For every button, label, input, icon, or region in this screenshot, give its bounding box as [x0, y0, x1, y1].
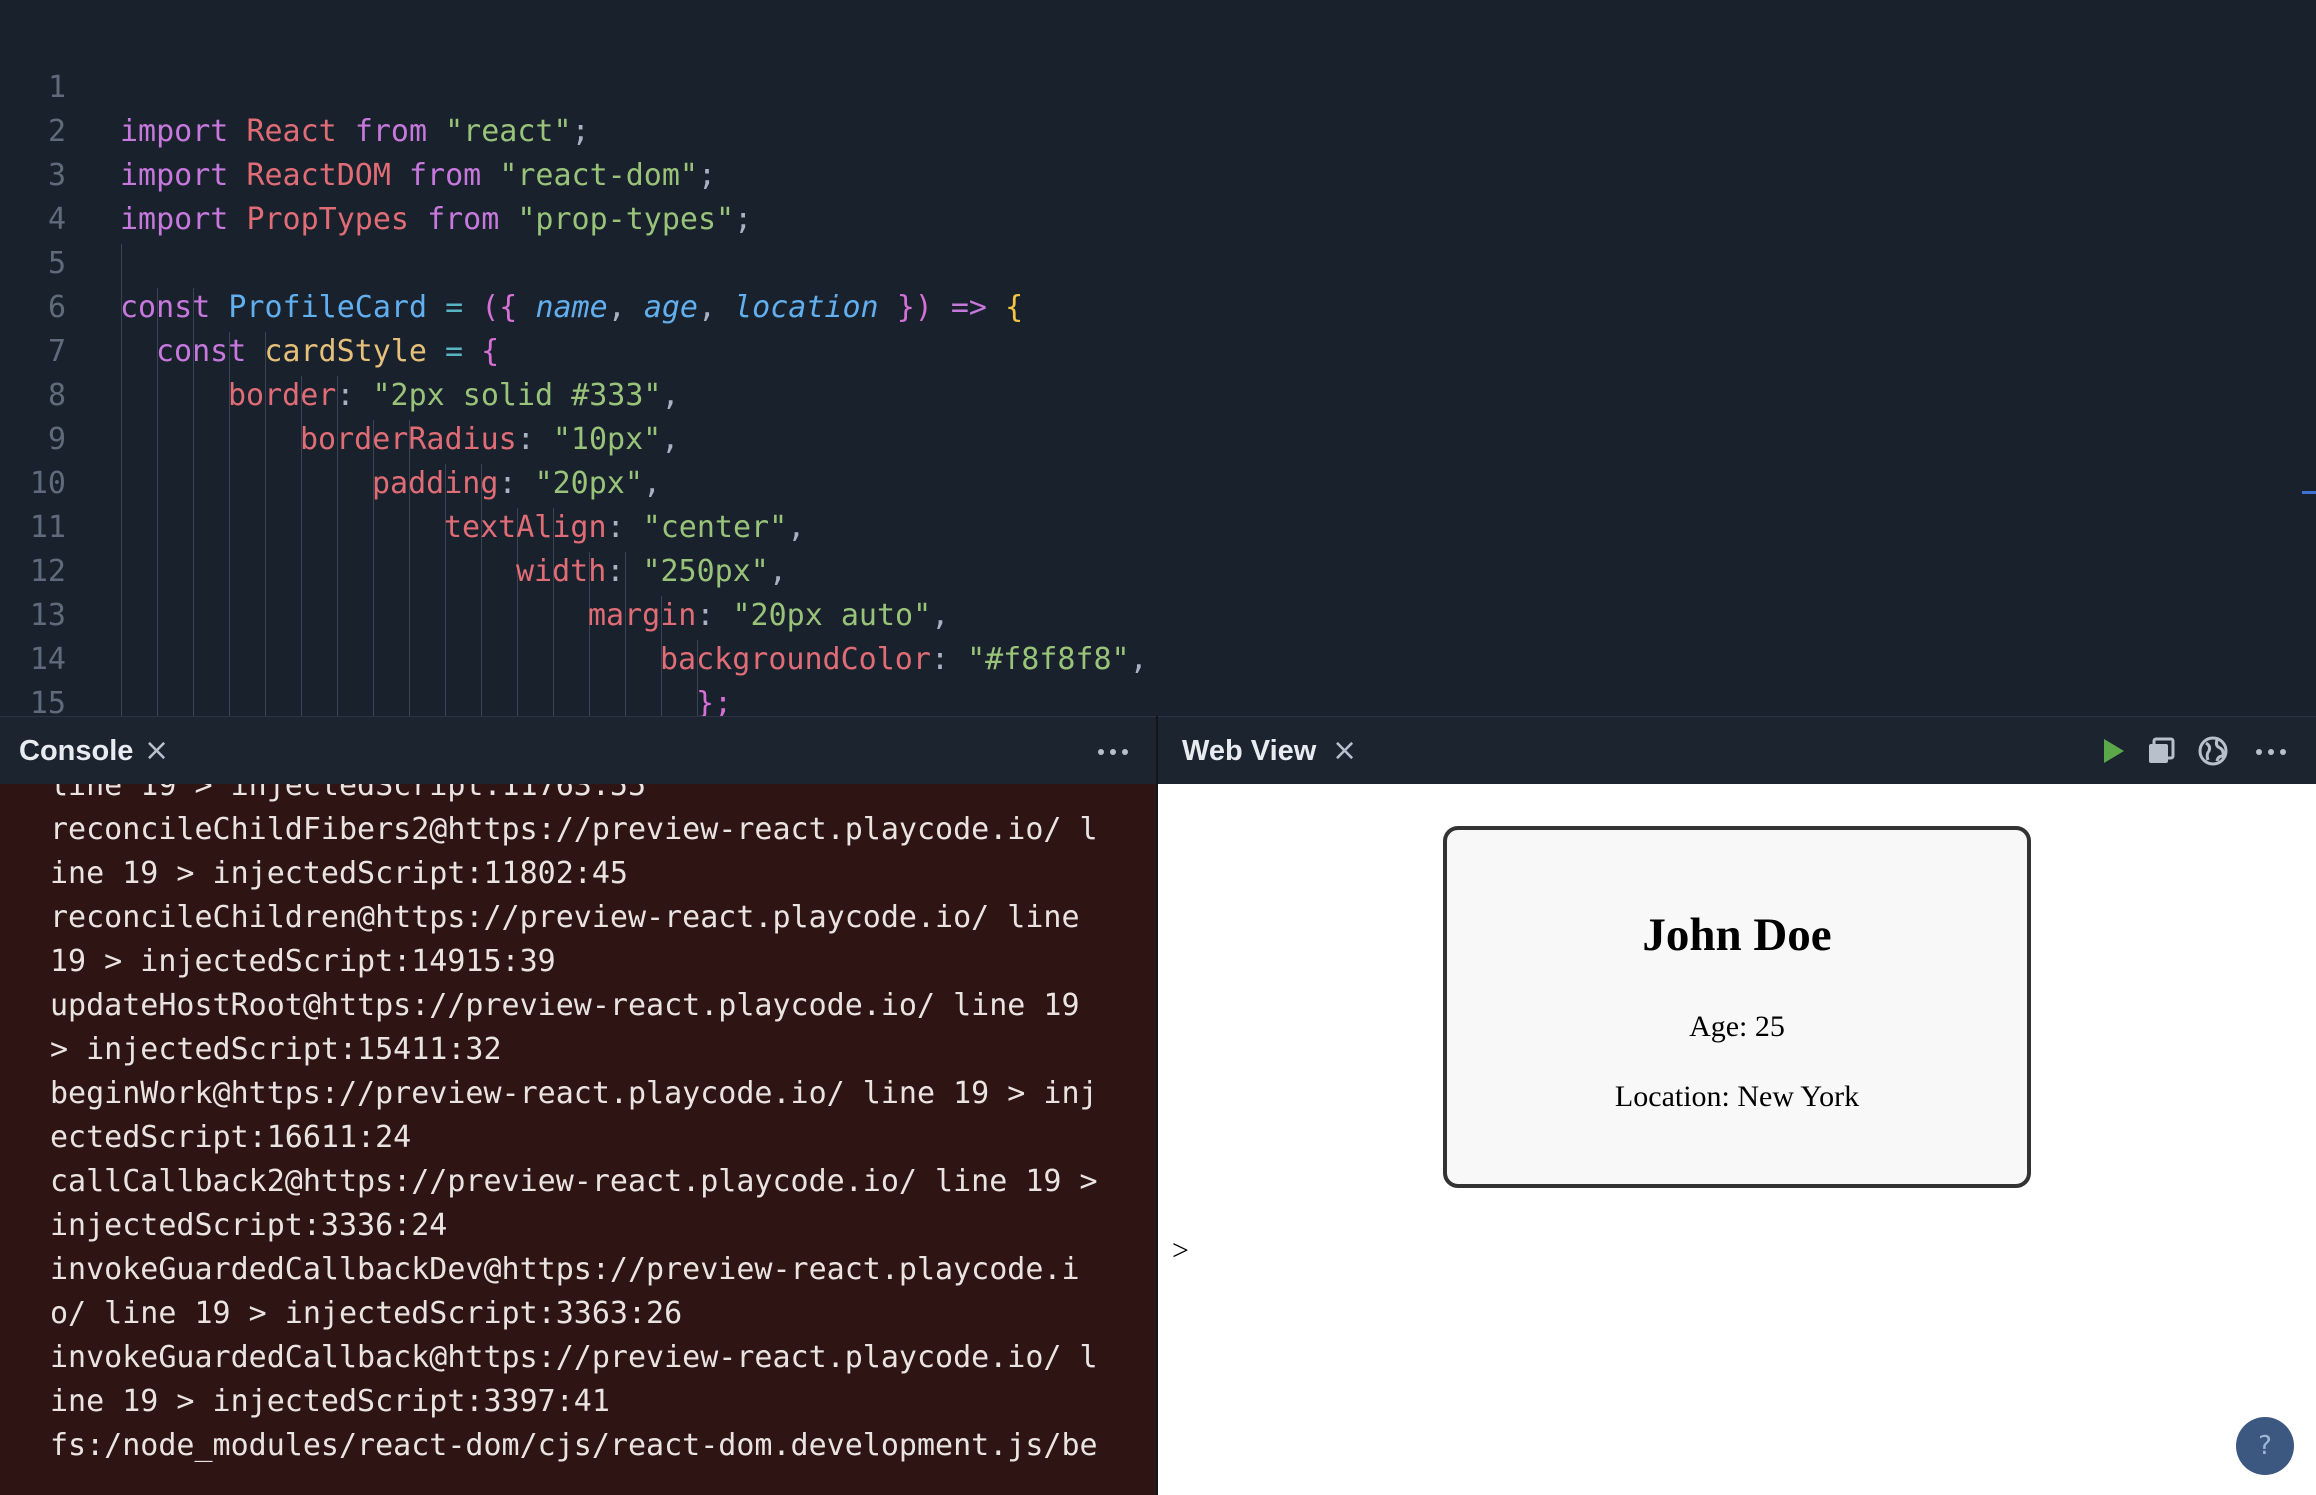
copy-window-icon[interactable] — [2144, 734, 2178, 768]
code-line[interactable]: 6 const cardStyle = { — [0, 242, 2316, 369]
code-line[interactable]: 4 — [0, 154, 2316, 237]
code-line[interactable]: 5 const ProfileCard = ({ name, age, loca… — [0, 198, 2316, 325]
console-prompt[interactable]: > — [1172, 1234, 1189, 1268]
webview-header: Web View × — [1158, 716, 2316, 785]
code-line[interactable]: 3 import PropTypes from "prop-types"; — [0, 110, 2316, 237]
code-line[interactable]: 11 width: "250px", — [0, 462, 2316, 589]
code-editor[interactable]: 1 import React from "react"; 2 import Re… — [0, 0, 2316, 716]
console-output[interactable]: line 19 > injectedScript:11763:55 reconc… — [0, 784, 1156, 1495]
webview-more-icon[interactable] — [2254, 717, 2288, 785]
console-close-icon[interactable]: × — [144, 717, 169, 785]
code-line[interactable]: 16 return ( — [0, 682, 2316, 716]
code-line[interactable]: 1 import React from "react"; — [0, 22, 2316, 149]
code-line[interactable]: 15 — [0, 638, 2316, 716]
console-more-icon[interactable] — [1096, 717, 1130, 785]
console-header: Console × — [0, 716, 1156, 785]
run-icon[interactable] — [2096, 734, 2130, 768]
webview-content[interactable]: John Doe Age: 25 Location: New York > — [1158, 784, 2316, 1495]
profile-location: Location: New York — [1614, 1080, 1860, 1113]
code-line[interactable]: 9 padding: "20px", — [0, 374, 2316, 501]
code-line[interactable]: 8 borderRadius: "10px", — [0, 330, 2316, 457]
code-line[interactable]: 14 }; — [0, 594, 2316, 716]
help-button[interactable]: ? — [2236, 1417, 2294, 1475]
code-line[interactable]: 13 backgroundColor: "#f8f8f8", — [0, 550, 2316, 677]
scroll-marker — [2302, 491, 2316, 494]
profile-name: John Doe — [1642, 909, 1832, 961]
profile-age: Age: 25 — [1689, 1010, 1785, 1043]
console-tab-title[interactable]: Console — [19, 717, 133, 785]
code-line[interactable]: 2 import ReactDOM from "react-dom"; — [0, 66, 2316, 193]
code-line[interactable]: 12 margin: "20px auto", — [0, 506, 2316, 633]
code-line[interactable]: 7 border: "2px solid #333", — [0, 286, 2316, 413]
console-log-text: line 19 > injectedScript:11763:55 reconc… — [50, 784, 1098, 1463]
webview-close-icon[interactable]: × — [1332, 717, 1357, 785]
profile-card: John Doe Age: 25 Location: New York — [1443, 826, 2031, 1188]
code-line[interactable]: 10 textAlign: "center", — [0, 418, 2316, 545]
webview-tab-title[interactable]: Web View — [1182, 717, 1316, 785]
globe-icon[interactable] — [2196, 734, 2230, 768]
